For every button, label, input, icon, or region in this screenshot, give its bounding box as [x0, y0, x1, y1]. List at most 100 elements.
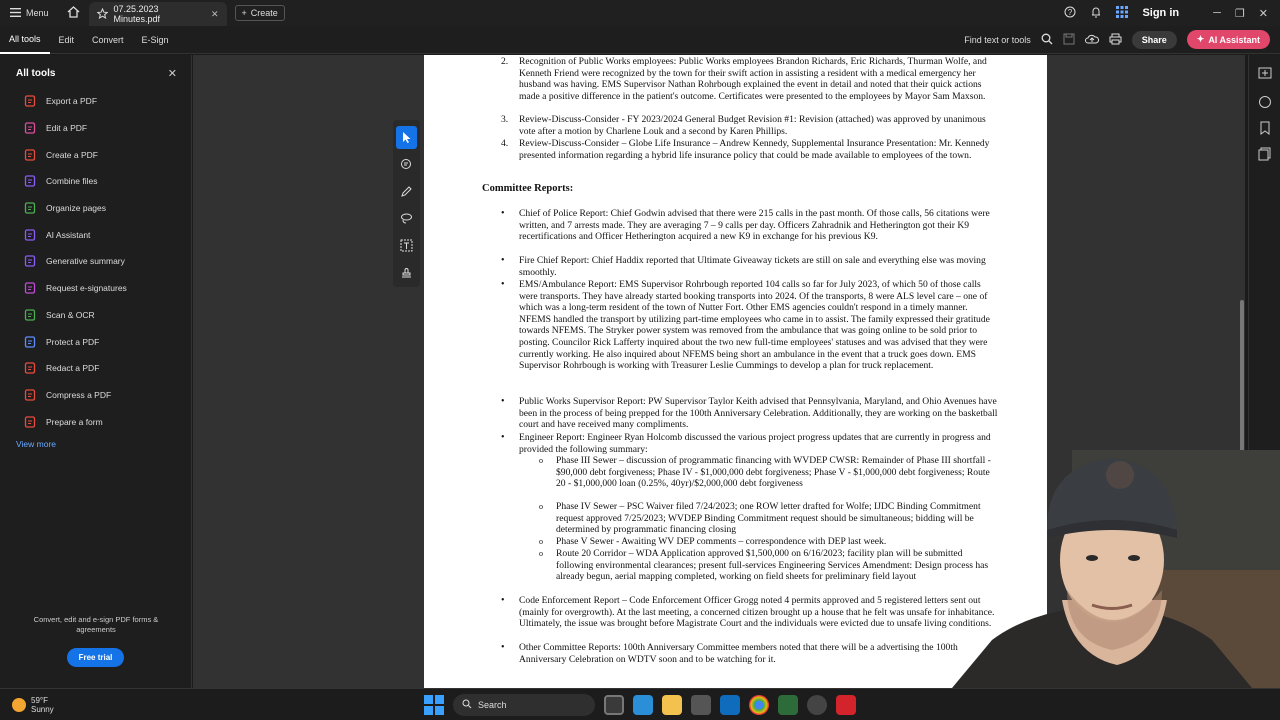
- weather-condition: Sunny: [31, 704, 54, 714]
- prepare-form-icon: [24, 415, 36, 428]
- tool-item-prepare-form[interactable]: Prepare a form: [0, 408, 191, 435]
- annotation-toolbar: [393, 120, 420, 287]
- store-icon[interactable]: [691, 695, 711, 715]
- minimize-icon[interactable]: ─: [1213, 7, 1221, 19]
- pages-icon[interactable]: [1258, 147, 1272, 161]
- all-tools-panel: All tools ✕ Export a PDF Edit a PDF Create…: [0, 55, 192, 688]
- select-tool-icon[interactable]: [396, 126, 417, 149]
- tool-item-create-pdf[interactable]: Create a PDF: [0, 141, 191, 168]
- tool-item-scan-ocr[interactable]: Scan & OCR: [0, 302, 191, 329]
- compress-pdf-icon: [24, 389, 36, 401]
- bullet-item: Fire Chief Report: Chief Haddix reported…: [501, 255, 999, 278]
- tool-item-label: Scan & OCR: [46, 309, 95, 320]
- text-box-tool-icon[interactable]: [396, 234, 417, 257]
- home-button[interactable]: [59, 0, 89, 26]
- temperature: 59°F: [31, 695, 48, 705]
- lasso-tool-icon[interactable]: [396, 207, 417, 230]
- main-toolbar: All tools Edit Convert E-Sign Find text …: [0, 26, 1280, 54]
- organize-pages-icon: [24, 202, 36, 214]
- add-comment-icon[interactable]: [1258, 67, 1272, 81]
- apps-grid-icon[interactable]: [1116, 6, 1129, 20]
- save-icon[interactable]: [1063, 33, 1075, 47]
- taskbar-search-label: Search: [478, 700, 507, 710]
- weather-widget[interactable]: 59°F Sunny: [0, 696, 200, 714]
- sign-in-button[interactable]: Sign in: [1142, 7, 1179, 19]
- close-window-icon[interactable]: ✕: [1259, 7, 1268, 20]
- tool-item-label: Protect a PDF: [46, 336, 100, 347]
- maximize-icon[interactable]: ❐: [1235, 7, 1245, 20]
- stamp-tool-icon[interactable]: [396, 261, 417, 284]
- tool-item-request-e-signatures[interactable]: Request e-signatures: [0, 275, 191, 302]
- bell-icon[interactable]: [1090, 6, 1102, 20]
- close-panel-icon[interactable]: ✕: [168, 67, 177, 80]
- search-icon[interactable]: [1041, 33, 1053, 47]
- help-icon[interactable]: ?: [1064, 6, 1076, 20]
- document-tab[interactable]: 07.25.2023 Minutes.pdf ✕: [88, 2, 227, 26]
- list-item: 2. Recognition of Public Works employees…: [501, 56, 999, 102]
- tool-item-label: Generative summary: [46, 256, 125, 267]
- calculator-icon[interactable]: [778, 695, 798, 715]
- comment-tool-icon[interactable]: [396, 153, 417, 176]
- taskbar-apps: Search: [424, 694, 856, 716]
- tool-item-label: Create a PDF: [46, 149, 98, 160]
- list-item: 4. Review-Discuss-Consider – Globe Life …: [501, 138, 999, 161]
- settings-icon[interactable]: [807, 695, 827, 715]
- list-number: 3.: [501, 114, 509, 125]
- task-view-icon[interactable]: [604, 695, 624, 715]
- tab-all-tools[interactable]: All tools: [0, 26, 50, 54]
- sparkle-icon: ✦: [1196, 34, 1205, 44]
- create-button[interactable]: + Create: [234, 5, 285, 21]
- tool-item-label: Request e-signatures: [46, 283, 127, 294]
- close-tab-icon[interactable]: ✕: [211, 9, 219, 20]
- ai-assistant-button[interactable]: ✦ AI Assistant: [1186, 30, 1270, 49]
- upload-cloud-icon[interactable]: [1084, 33, 1099, 47]
- star-icon: [95, 7, 109, 21]
- sun-icon: [12, 697, 26, 712]
- tool-item-label: AI Assistant: [46, 229, 91, 240]
- protect-pdf-icon: [24, 335, 36, 348]
- bullet-item: Chief of Police Report: Chief Godwin adv…: [501, 208, 999, 243]
- taskbar: 59°F Sunny Search: [0, 688, 1280, 720]
- share-button[interactable]: Share: [1131, 30, 1177, 49]
- free-trial-button[interactable]: Free trial: [67, 648, 124, 667]
- outlook-icon[interactable]: [720, 695, 740, 715]
- tool-item-edit-pdf[interactable]: Edit a PDF: [0, 115, 191, 142]
- tool-item-ai-assistant[interactable]: AI Assistant: [0, 221, 191, 248]
- tool-item-protect-pdf[interactable]: Protect a PDF: [0, 328, 191, 355]
- ai-assistant-icon: [24, 229, 36, 241]
- sub-bullet-item: Phase IV Sewer – PSC Waiver filed 7/24/2…: [539, 501, 998, 536]
- bookmark-icon[interactable]: [1258, 121, 1272, 135]
- taskbar-search[interactable]: Search: [453, 694, 595, 716]
- list-number: 2.: [501, 56, 509, 67]
- tool-item-export-pdf[interactable]: Export a PDF: [0, 88, 191, 115]
- copilot-icon[interactable]: [633, 695, 653, 715]
- tool-item-label: Compress a PDF: [46, 389, 112, 400]
- windows-start-icon[interactable]: [424, 695, 444, 715]
- list-text: Review-Discuss-Consider - FY 2023/2024 G…: [519, 114, 986, 137]
- chrome-icon[interactable]: [749, 695, 769, 715]
- tab-convert[interactable]: Convert: [83, 26, 133, 54]
- combine-files-icon: [24, 175, 36, 188]
- pen-tool-icon[interactable]: [396, 180, 417, 203]
- find-text-label[interactable]: Find text or tools: [964, 35, 1031, 45]
- bullet-item: Other Committee Reports: 100th Anniversa…: [501, 642, 999, 665]
- tool-item-combine-files[interactable]: Combine files: [0, 168, 191, 195]
- promo-text: Convert, edit and e-sign PDF forms & agr…: [33, 615, 159, 634]
- sub-bullet-item: Phase III Sewer – discussion of programm…: [539, 455, 998, 490]
- tool-item-organize-pages[interactable]: Organize pages: [0, 195, 191, 222]
- tool-item-generative-summary[interactable]: Generative summary: [0, 248, 191, 275]
- vertical-scrollbar[interactable]: [1240, 300, 1244, 460]
- menu-button[interactable]: Menu: [0, 0, 59, 26]
- view-more-link[interactable]: View more: [0, 435, 191, 453]
- tab-edit[interactable]: Edit: [50, 26, 84, 54]
- comment-icon[interactable]: [1258, 95, 1272, 109]
- acrobat-icon[interactable]: [836, 695, 856, 715]
- tab-e-sign[interactable]: E-Sign: [133, 26, 178, 54]
- file-explorer-icon[interactable]: [662, 695, 682, 715]
- print-icon[interactable]: [1109, 33, 1122, 47]
- tool-item-redact-pdf[interactable]: Redact a PDF: [0, 355, 191, 382]
- sub-bullet-item: Phase V Sewer - Awaiting WV DEP comments…: [539, 536, 998, 548]
- tool-item-compress-pdf[interactable]: Compress a PDF: [0, 382, 191, 409]
- panel-title: All tools: [16, 68, 56, 79]
- list-item: 3. Review-Discuss-Consider - FY 2023/202…: [501, 114, 999, 137]
